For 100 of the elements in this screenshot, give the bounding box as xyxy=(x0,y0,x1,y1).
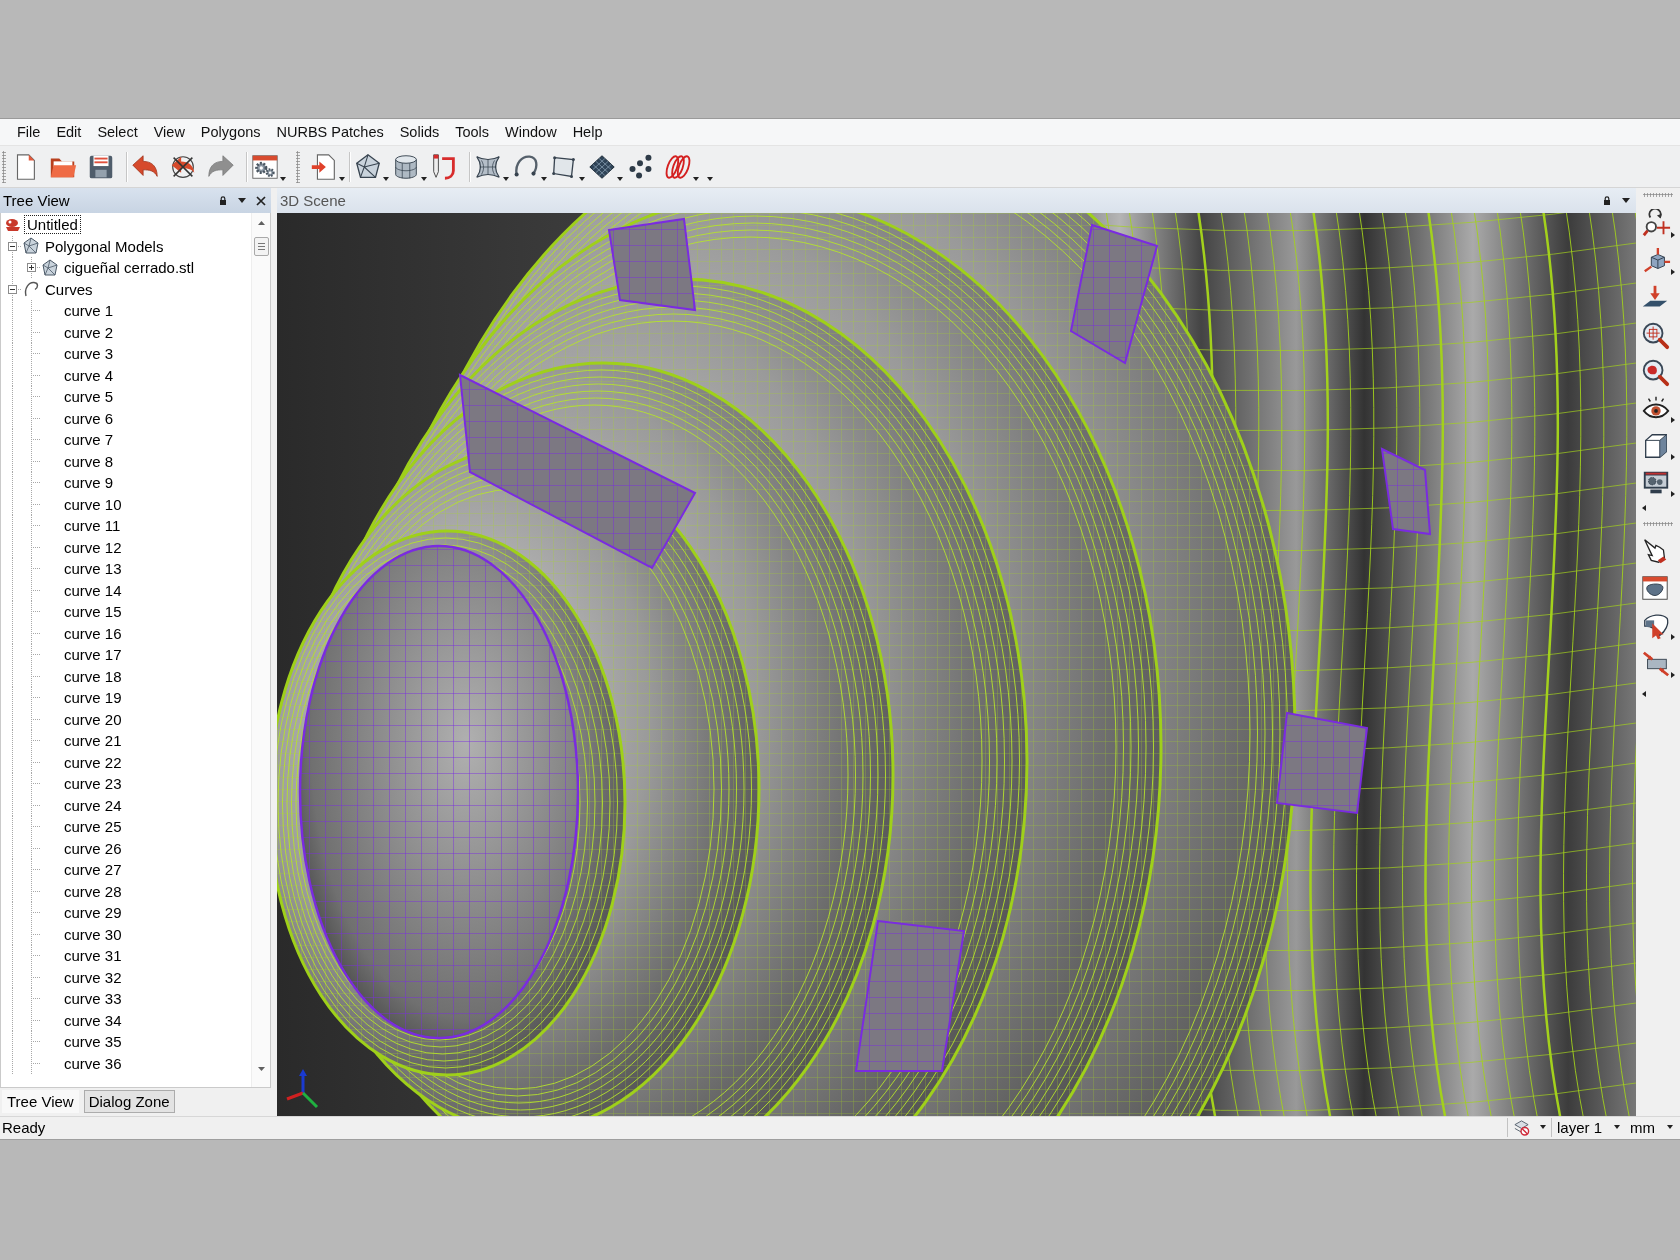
tree-item[interactable]: curve 20 xyxy=(61,709,125,729)
caret-icon xyxy=(1671,454,1675,460)
caret-icon xyxy=(693,176,699,181)
tree-item[interactable]: curve 36 xyxy=(61,1053,125,1073)
transform-arrows-icon xyxy=(1641,649,1671,679)
tree-item[interactable]: curve 19 xyxy=(61,688,125,708)
pin-icon xyxy=(1603,195,1611,206)
layer-dropdown[interactable]: layer 1 xyxy=(1551,1117,1625,1138)
tree-item[interactable]: curve 35 xyxy=(61,1032,125,1052)
caret-icon xyxy=(1671,269,1675,275)
layers-blocked-icon xyxy=(1512,1119,1530,1136)
caret-icon xyxy=(1671,672,1675,678)
tree-item[interactable]: Polygonal Models xyxy=(42,236,167,256)
tree-item[interactable]: curve 23 xyxy=(61,774,125,794)
tree-item[interactable]: curve 15 xyxy=(61,602,125,622)
menu-item[interactable]: Edit xyxy=(48,119,90,145)
window-shape-icon xyxy=(1640,573,1670,603)
caret-icon xyxy=(1671,417,1675,423)
tree-item[interactable]: curve 26 xyxy=(61,838,125,858)
toolbar-handle[interactable] xyxy=(1643,522,1673,526)
caret-icon xyxy=(617,176,623,181)
tree-item[interactable]: Untitled xyxy=(24,215,81,235)
close-icon xyxy=(256,195,266,206)
tree-item[interactable]: curve 11 xyxy=(61,516,124,536)
tree-item[interactable]: curve 21 xyxy=(61,731,125,751)
menu-item[interactable]: NURBS Patches xyxy=(268,119,392,145)
menu-item[interactable]: Polygons xyxy=(192,119,269,145)
caret-icon xyxy=(1614,1125,1620,1129)
tree-item[interactable]: curve 9 xyxy=(61,473,117,493)
caret-icon xyxy=(280,176,286,181)
tree-item[interactable]: curve 27 xyxy=(61,860,125,880)
toolbar-handle[interactable] xyxy=(1643,193,1673,197)
menu-item[interactable]: View xyxy=(145,119,193,145)
caret-icon xyxy=(1539,1125,1546,1129)
status-message: Ready xyxy=(2,1119,47,1136)
tree-item[interactable]: curve 31 xyxy=(61,946,125,966)
toolbar-handle[interactable] xyxy=(2,150,6,183)
tree-item[interactable]: cigueñal cerrado.stl xyxy=(61,258,198,278)
panel-title: 3D Scene xyxy=(280,192,347,209)
caret-icon xyxy=(1671,491,1675,497)
caret-icon xyxy=(421,176,427,181)
caret-icon xyxy=(238,198,246,203)
panel-title: Tree View xyxy=(3,192,71,209)
tree-item[interactable]: curve 7 xyxy=(61,430,117,450)
tree-item[interactable]: curve 4 xyxy=(61,365,117,385)
minus-box-icon[interactable] xyxy=(8,284,17,294)
tree-item[interactable]: curve 32 xyxy=(61,967,125,987)
tree-item[interactable]: curve 30 xyxy=(61,924,125,944)
caret-icon xyxy=(1671,634,1675,640)
tree-item[interactable]: curve 18 xyxy=(61,666,125,686)
dock-tab[interactable]: Dialog Zone xyxy=(83,1090,175,1113)
plus-box-icon[interactable] xyxy=(27,263,36,273)
caret-icon xyxy=(1667,1125,1673,1129)
shape-arrow-icon xyxy=(1641,611,1671,641)
curve-icon xyxy=(22,280,40,299)
tree-item[interactable]: curve 16 xyxy=(61,623,125,643)
caret-icon xyxy=(1622,198,1630,203)
tree-item[interactable]: curve 33 xyxy=(61,989,125,1009)
pin-icon xyxy=(219,195,227,206)
caret-icon xyxy=(383,176,389,181)
menu-item[interactable]: Select xyxy=(89,119,146,145)
tree-item[interactable]: curve 1 xyxy=(61,301,117,321)
units-dropdown[interactable]: mm xyxy=(1625,1117,1678,1138)
caret-icon xyxy=(1671,232,1675,238)
tree-item[interactable]: curve 12 xyxy=(61,537,125,557)
menu-item[interactable]: Solids xyxy=(391,119,448,145)
polygon-mesh-icon xyxy=(41,258,59,277)
tree-item[interactable]: curve 28 xyxy=(61,881,125,901)
menu-item[interactable]: File xyxy=(9,119,49,145)
toolbar-handle[interactable] xyxy=(296,150,300,183)
caret-icon xyxy=(707,176,713,181)
tree-item[interactable]: curve 24 xyxy=(61,795,125,815)
tree-item[interactable]: curve 2 xyxy=(61,322,117,342)
tree-item[interactable]: curve 10 xyxy=(61,494,125,514)
caret-icon xyxy=(541,176,547,181)
scrollbar-thumb[interactable] xyxy=(253,237,269,256)
caret-icon xyxy=(339,176,345,181)
tree-item[interactable]: curve 25 xyxy=(61,817,125,837)
menu-item[interactable]: Help xyxy=(564,119,611,145)
rotate-zoom-icon xyxy=(1641,209,1671,239)
tree-item[interactable]: curve 22 xyxy=(61,752,125,772)
tree-item[interactable]: Curves xyxy=(42,279,96,299)
tree-item[interactable]: curve 8 xyxy=(61,451,117,471)
minus-box-icon[interactable] xyxy=(8,241,17,251)
down-arrow-icon[interactable] xyxy=(257,1067,265,1071)
tree-item[interactable]: curve 17 xyxy=(61,645,125,665)
tree-item[interactable]: curve 34 xyxy=(61,1010,125,1030)
tree-item[interactable]: curve 6 xyxy=(61,408,117,428)
menu-item[interactable]: Tools xyxy=(447,119,498,145)
caret-icon xyxy=(579,176,585,181)
tree-item[interactable]: curve 3 xyxy=(61,344,117,364)
dock-tab[interactable]: Tree View xyxy=(2,1090,79,1113)
caret-icon xyxy=(1642,505,1646,511)
zoom-shape-icon xyxy=(1640,357,1670,387)
tree-item[interactable]: curve 29 xyxy=(61,903,125,923)
up-arrow-icon[interactable] xyxy=(257,221,265,225)
tree-item[interactable]: curve 5 xyxy=(61,387,117,407)
tree-item[interactable]: curve 14 xyxy=(61,580,125,600)
tree-item[interactable]: curve 13 xyxy=(61,559,125,579)
menu-item[interactable]: Window xyxy=(497,119,565,145)
